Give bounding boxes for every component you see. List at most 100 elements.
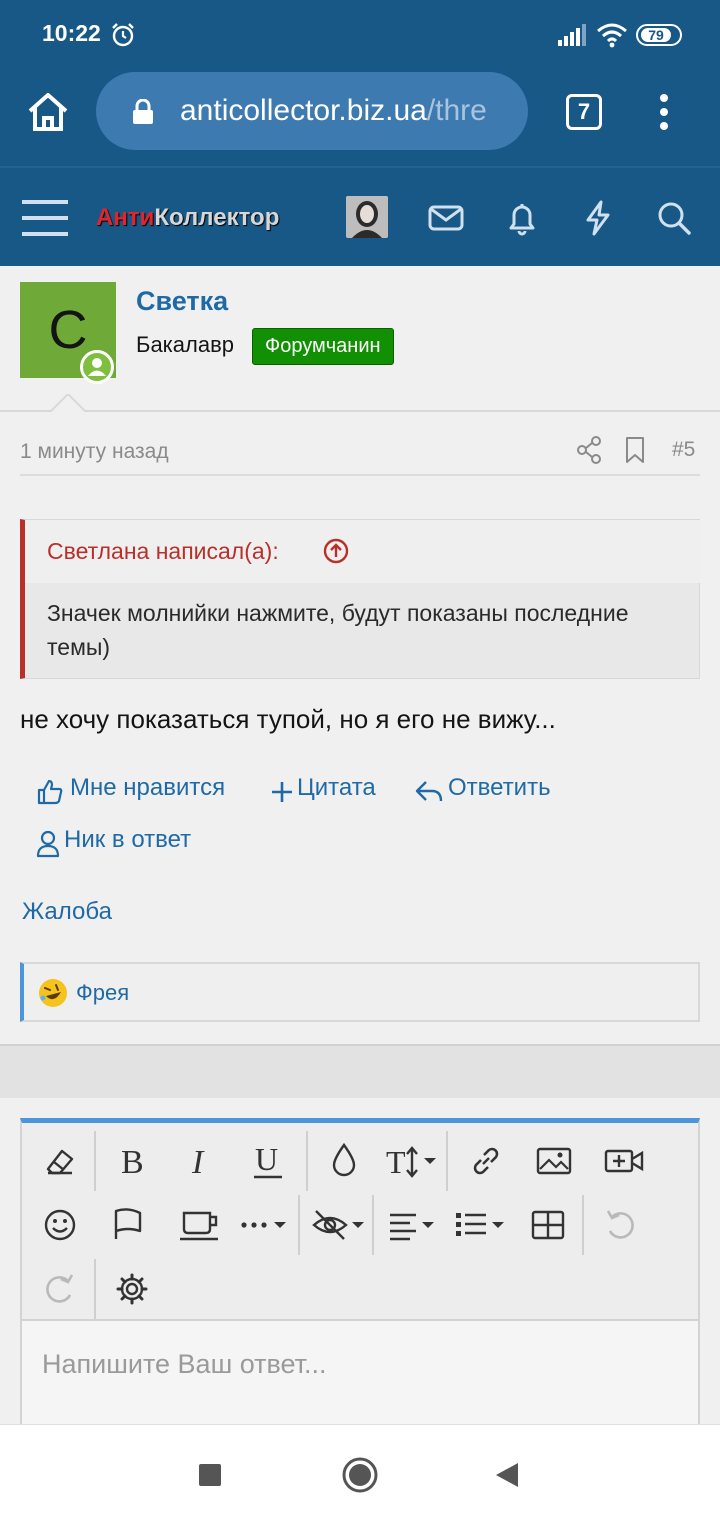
address-bar[interactable]: anticollector.biz.ua/thre [96,72,528,150]
site-logo[interactable]: АнтиКоллектор [96,204,279,232]
toolbar-separator [372,1195,374,1255]
user-title-badge: Форумчанин [252,328,394,365]
svg-text:U: U [255,1141,278,1177]
lightning-icon[interactable] [578,198,618,238]
quote-header: Светлана написал(а): [25,520,700,583]
post-number[interactable]: #5 [672,438,695,462]
like-label: Мне нравится [70,774,226,801]
bookmark-icon[interactable] [624,436,646,464]
share-icon[interactable] [576,436,602,464]
battery-icon: 79 [636,24,682,46]
tab-switcher-button[interactable]: 7 [566,94,602,130]
section-divider [0,1044,720,1098]
toolbar-separator [446,1131,448,1191]
system-navbar [0,1424,720,1520]
status-bar: 10:22 79 [0,0,720,70]
home-icon[interactable] [24,88,72,136]
logo-part-grey: Коллектор [154,204,280,231]
toolbar-separator [94,1259,96,1319]
flag-icon[interactable] [104,1201,152,1249]
report-link[interactable]: Жалоба [22,898,112,926]
like-button[interactable]: Мне нравится [36,774,246,808]
smile-icon[interactable] [36,1201,84,1249]
reply-textarea[interactable]: Напишите Ваш ответ... [22,1319,698,1429]
post-author-block: С Светка Бакалавр Форумчанин [0,266,720,412]
link-icon[interactable] [462,1137,510,1185]
toolbar-separator [582,1195,584,1255]
svg-text:B: B [121,1144,144,1181]
underline-icon[interactable]: U [244,1137,292,1185]
toolbar-separator [94,1131,96,1191]
reply-button[interactable]: Ответить [414,774,574,808]
image-icon[interactable] [530,1137,578,1185]
svg-text:I: I [191,1144,205,1181]
color-icon[interactable] [320,1137,368,1185]
eraser-icon[interactable] [36,1137,84,1185]
arrow-circle-up-icon[interactable] [323,538,349,564]
italic-icon[interactable]: I [176,1137,224,1185]
url-host: anticollector.biz.ua [180,94,427,127]
plus-icon [272,782,292,802]
toolbar-separator [306,1131,308,1191]
quote-block: Светлана написал(а): Значек молнийки наж… [20,519,700,679]
user-icon [88,358,106,376]
reply-placeholder: Напишите Ваш ответ... [42,1349,327,1379]
online-status-icon [80,350,114,384]
hide-icon[interactable] [310,1201,370,1249]
logo-part-red: Анти [96,204,155,231]
quote-button[interactable]: Цитата [270,774,390,808]
menu-icon[interactable] [22,198,68,238]
site-navbar: АнтиКоллектор [0,166,720,266]
reply-editor: B I U T Напишите Ваш ответ... [20,1118,700,1429]
more-vert-icon[interactable] [650,94,678,130]
url-text[interactable]: anticollector.biz.ua/thre [180,94,487,128]
quote-author[interactable]: Светлана написал(а): [47,538,279,565]
quote-text: Значек молнийки нажмите, будут показаны … [47,600,629,660]
lock-icon [133,99,153,124]
url-path: /thre [426,94,487,127]
avatar-photo [346,196,388,238]
status-time: 10:22 [42,20,101,46]
signal-icon [558,24,586,46]
more-options-icon[interactable] [236,1201,296,1249]
rofl-emoji [39,979,67,1007]
wifi-icon [597,23,627,48]
redo-icon[interactable] [36,1265,84,1313]
mention-label: Ник в ответ [64,826,192,853]
svg-text:T: T [386,1144,406,1180]
search-icon[interactable] [654,198,694,238]
quote-label: Цитата [297,774,376,801]
video-icon[interactable] [600,1137,648,1185]
bold-icon[interactable]: B [108,1137,156,1185]
mail-icon[interactable] [426,198,466,238]
reaction-user[interactable]: Фрея [76,980,129,1006]
reactions-bar[interactable]: Фрея [20,962,700,1022]
user-icon [36,830,60,858]
author-username[interactable]: Светка [136,286,228,317]
toolbar-separator [298,1195,300,1255]
avatar[interactable] [346,196,388,238]
text-size-icon[interactable]: T [384,1137,442,1185]
post-message: не хочу показаться тупой, но я его не ви… [20,704,556,734]
recents-icon[interactable] [190,1455,230,1495]
align-icon[interactable] [384,1201,442,1249]
thumbs-up-icon [37,779,63,805]
list-icon[interactable] [452,1201,510,1249]
home-nav-icon[interactable] [340,1455,380,1495]
undo-icon[interactable] [596,1201,644,1249]
pointer-arrow [48,394,88,414]
mention-button[interactable]: Ник в ответ [36,826,216,860]
post-meta: 1 минуту назад #5 [20,430,700,476]
author-rank: Бакалавр [136,332,235,357]
back-icon[interactable] [488,1455,528,1495]
reply-label: Ответить [448,774,551,801]
post-date[interactable]: 1 минуту назад [20,440,169,464]
bell-icon[interactable] [502,198,542,238]
alarm-icon [112,23,134,47]
table-icon[interactable] [524,1201,572,1249]
settings-icon[interactable] [108,1265,156,1313]
reply-icon [415,781,443,802]
mug-icon[interactable] [174,1201,226,1249]
battery-level: 79 [641,28,671,42]
browser-chrome: 10:22 79 anticollector.biz.ua/thre 7 [0,0,720,166]
